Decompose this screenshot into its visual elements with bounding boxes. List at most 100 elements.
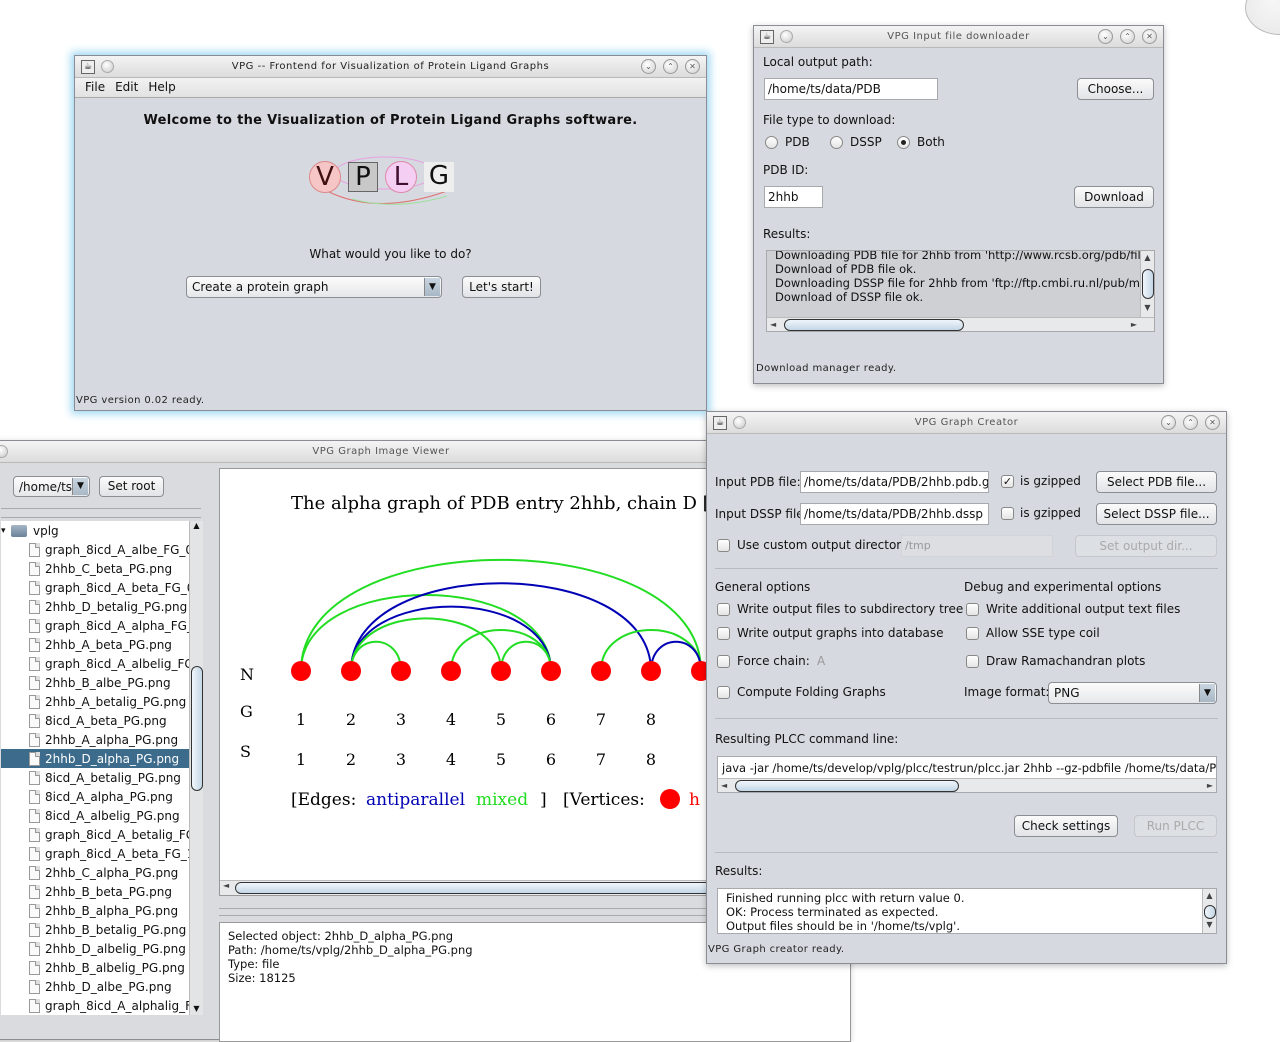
file-icon	[29, 713, 40, 728]
tree-file-item[interactable]: 2hhb_A_alpha_PG.png	[1, 730, 189, 749]
tree-file-item[interactable]: 2hhb_B_albe_PG.png	[1, 673, 189, 692]
file-name: 8icd_A_albelig_PG.png	[45, 808, 180, 823]
radio-dssp[interactable]	[830, 136, 843, 149]
tree-file-item[interactable]: 2hhb_D_albelig_PG.png	[1, 939, 189, 958]
menu-help[interactable]: Help	[148, 78, 175, 97]
horizontal-scrollbar[interactable]: ◄ ►	[718, 778, 1216, 792]
folding-graphs-checkbox[interactable]	[717, 686, 730, 699]
maximize-icon[interactable]: ⌃	[1183, 415, 1198, 430]
tree-file-item[interactable]: graph_8icd_A_betalig_FG	[1, 825, 189, 844]
sse-coil-checkbox[interactable]	[966, 627, 979, 640]
expand-icon[interactable]: ▾	[1, 526, 9, 536]
tree-file-item[interactable]: 8icd_A_betalig_PG.png	[1, 768, 189, 787]
scroll-thumb[interactable]	[784, 319, 964, 331]
tree-file-item[interactable]: 2hhb_B_beta_PG.png	[1, 882, 189, 901]
database-checkbox[interactable]	[717, 627, 730, 640]
window-menu-icon[interactable]	[101, 60, 114, 73]
tree-file-item[interactable]: 2hhb_C_alpha_PG.png	[1, 863, 189, 882]
file-name: 2hhb_A_betalig_PG.png	[45, 694, 187, 709]
minimize-icon[interactable]: ⌄	[1098, 29, 1113, 44]
split-handle[interactable]	[1, 508, 201, 518]
additional-output-checkbox[interactable]	[966, 603, 979, 616]
maximize-icon[interactable]: ⌃	[663, 59, 678, 74]
force-chain-field[interactable]: A	[817, 654, 825, 668]
close-icon[interactable]: ✕	[1205, 415, 1220, 430]
select-dssp-button[interactable]: Select DSSP file...	[1096, 503, 1217, 525]
vertical-scrollbar[interactable]: ▲ ▼	[1202, 889, 1216, 933]
set-output-dir-button[interactable]: Set output dir...	[1075, 535, 1217, 557]
tree-file-item[interactable]: 2hhb_B_albelig_PG.png	[1, 958, 189, 977]
tree-file-item[interactable]: 8icd_A_beta_PG.png	[1, 711, 189, 730]
tree-file-item[interactable]: 2hhb_B_alpha_PG.png	[1, 901, 189, 920]
tree-file-item[interactable]: 2hhb_D_albe_PG.png	[1, 977, 189, 996]
dssp-gzipped-checkbox[interactable]	[1001, 507, 1014, 520]
action-select[interactable]: Create a protein graph ▼	[186, 276, 442, 298]
scroll-thumb[interactable]	[735, 780, 959, 792]
tree-file-item[interactable]: 2hhb_D_betalig_PG.png	[1, 597, 189, 616]
window-menu-icon[interactable]	[780, 30, 793, 43]
close-icon[interactable]: ✕	[1142, 29, 1157, 44]
folding-graphs-label: Compute Folding Graphs	[737, 685, 886, 699]
window-menu-icon[interactable]	[733, 416, 746, 429]
custom-output-field[interactable]: /tmp	[901, 535, 1053, 557]
image-format-select[interactable]: PNG ▼	[1048, 682, 1217, 704]
chevron-down-icon: ▼	[424, 278, 440, 296]
output-path-field[interactable]: /home/ts/data/PDB	[764, 78, 938, 100]
tree-file-item[interactable]: 2hhb_A_betalig_PG.png	[1, 692, 189, 711]
file-tree[interactable]: ▾ vplg graph_8icd_A_albe_FG_0 2hhb_C_beta…	[1, 521, 189, 1015]
custom-output-checkbox[interactable]	[717, 539, 730, 552]
radio-pdb[interactable]	[765, 136, 778, 149]
horizontal-scrollbar[interactable]: ◄ ►	[767, 317, 1154, 331]
pdb-gzipped-checkbox[interactable]: ✓	[1001, 475, 1014, 488]
results-textarea[interactable]: Downloading PDB file for 2hhb from 'http…	[766, 250, 1155, 332]
tree-file-item[interactable]: 8icd_A_alpha_PG.png	[1, 787, 189, 806]
lets-start-button[interactable]: Let's start!	[462, 276, 541, 298]
tree-file-item[interactable]: 2hhb_B_betalig_PG.png	[1, 920, 189, 939]
menu-file[interactable]: File	[85, 78, 105, 97]
choose-button[interactable]: Choose...	[1077, 78, 1154, 100]
maximize-icon[interactable]: ⌃	[1120, 29, 1135, 44]
subdirectory-tree-checkbox[interactable]	[717, 603, 730, 616]
file-browser-panel: /home/ts ▼ Set root ▾ vplg graph_8icd_A_…	[1, 465, 203, 1041]
select-pdb-button[interactable]: Select PDB file...	[1096, 471, 1217, 493]
vertical-scrollbar[interactable]: ▲ ▼	[1140, 251, 1154, 317]
pdb-id-field[interactable]: 2hhb	[764, 186, 823, 208]
tree-file-item[interactable]: graph_8icd_A_albelig_FG	[1, 654, 189, 673]
downloader-titlebar[interactable]: ☕ VPG Input file downloader ⌄ ⌃ ✕	[754, 26, 1163, 48]
window-title: VPG Graph Creator	[914, 417, 1019, 428]
results-textarea[interactable]: Finished running plcc with return value …	[717, 888, 1217, 934]
scroll-thumb[interactable]	[1142, 269, 1154, 299]
tree-file-item[interactable]: 2hhb_C_beta_PG.png	[1, 559, 189, 578]
force-chain-checkbox[interactable]	[717, 655, 730, 668]
set-root-button[interactable]: Set root	[99, 476, 164, 497]
minimize-icon[interactable]: ⌄	[1161, 415, 1176, 430]
radio-both[interactable]	[897, 136, 910, 149]
pdb-file-field[interactable]: /home/ts/data/PDB/2hhb.pdb.gz	[800, 471, 989, 493]
dssp-file-field[interactable]: /home/ts/data/PDB/2hhb.dssp	[800, 503, 989, 525]
creator-titlebar[interactable]: ☕ VPG Graph Creator ⌄ ⌃ ✕	[707, 412, 1226, 434]
tree-file-item[interactable]: graph_8icd_A_beta_FG_0	[1, 578, 189, 597]
close-icon[interactable]: ✕	[685, 59, 700, 74]
tree-file-item[interactable]: 2hhb_D_alpha_PG.png	[1, 749, 189, 768]
tree-file-item[interactable]: graph_8icd_A_beta_FG_1	[1, 844, 189, 863]
scroll-thumb[interactable]	[191, 666, 203, 791]
run-plcc-button[interactable]: Run PLCC	[1134, 815, 1217, 837]
file-name: 2hhb_D_alpha_PG.png	[45, 751, 180, 766]
check-settings-button[interactable]: Check settings	[1014, 815, 1118, 837]
ramachandran-checkbox[interactable]	[966, 655, 979, 668]
tree-folder-vplg[interactable]: ▾ vplg	[1, 521, 189, 540]
minimize-icon[interactable]: ⌄	[641, 59, 656, 74]
tree-vscrollbar[interactable]: ▲ ▼	[189, 521, 203, 1015]
vertex-s-label: 3	[396, 750, 406, 769]
tree-file-item[interactable]: 8icd_A_albelig_PG.png	[1, 806, 189, 825]
main-titlebar[interactable]: ☕ VPG -- Frontend for Visualization of P…	[75, 56, 706, 78]
root-select[interactable]: /home/ts ▼	[13, 476, 90, 497]
tree-file-item[interactable]: graph_8icd_A_alpha_FG_	[1, 616, 189, 635]
tree-file-item[interactable]: 2hhb_A_beta_PG.png	[1, 635, 189, 654]
menu-edit[interactable]: Edit	[115, 78, 138, 97]
scroll-thumb[interactable]	[1204, 905, 1216, 919]
command-line-field[interactable]: java -jar /home/ts/develop/vplg/plcc/tes…	[717, 756, 1217, 793]
tree-file-item[interactable]: graph_8icd_A_alphalig_F	[1, 996, 189, 1015]
download-button[interactable]: Download	[1074, 186, 1154, 208]
tree-file-item[interactable]: graph_8icd_A_albe_FG_0	[1, 540, 189, 559]
